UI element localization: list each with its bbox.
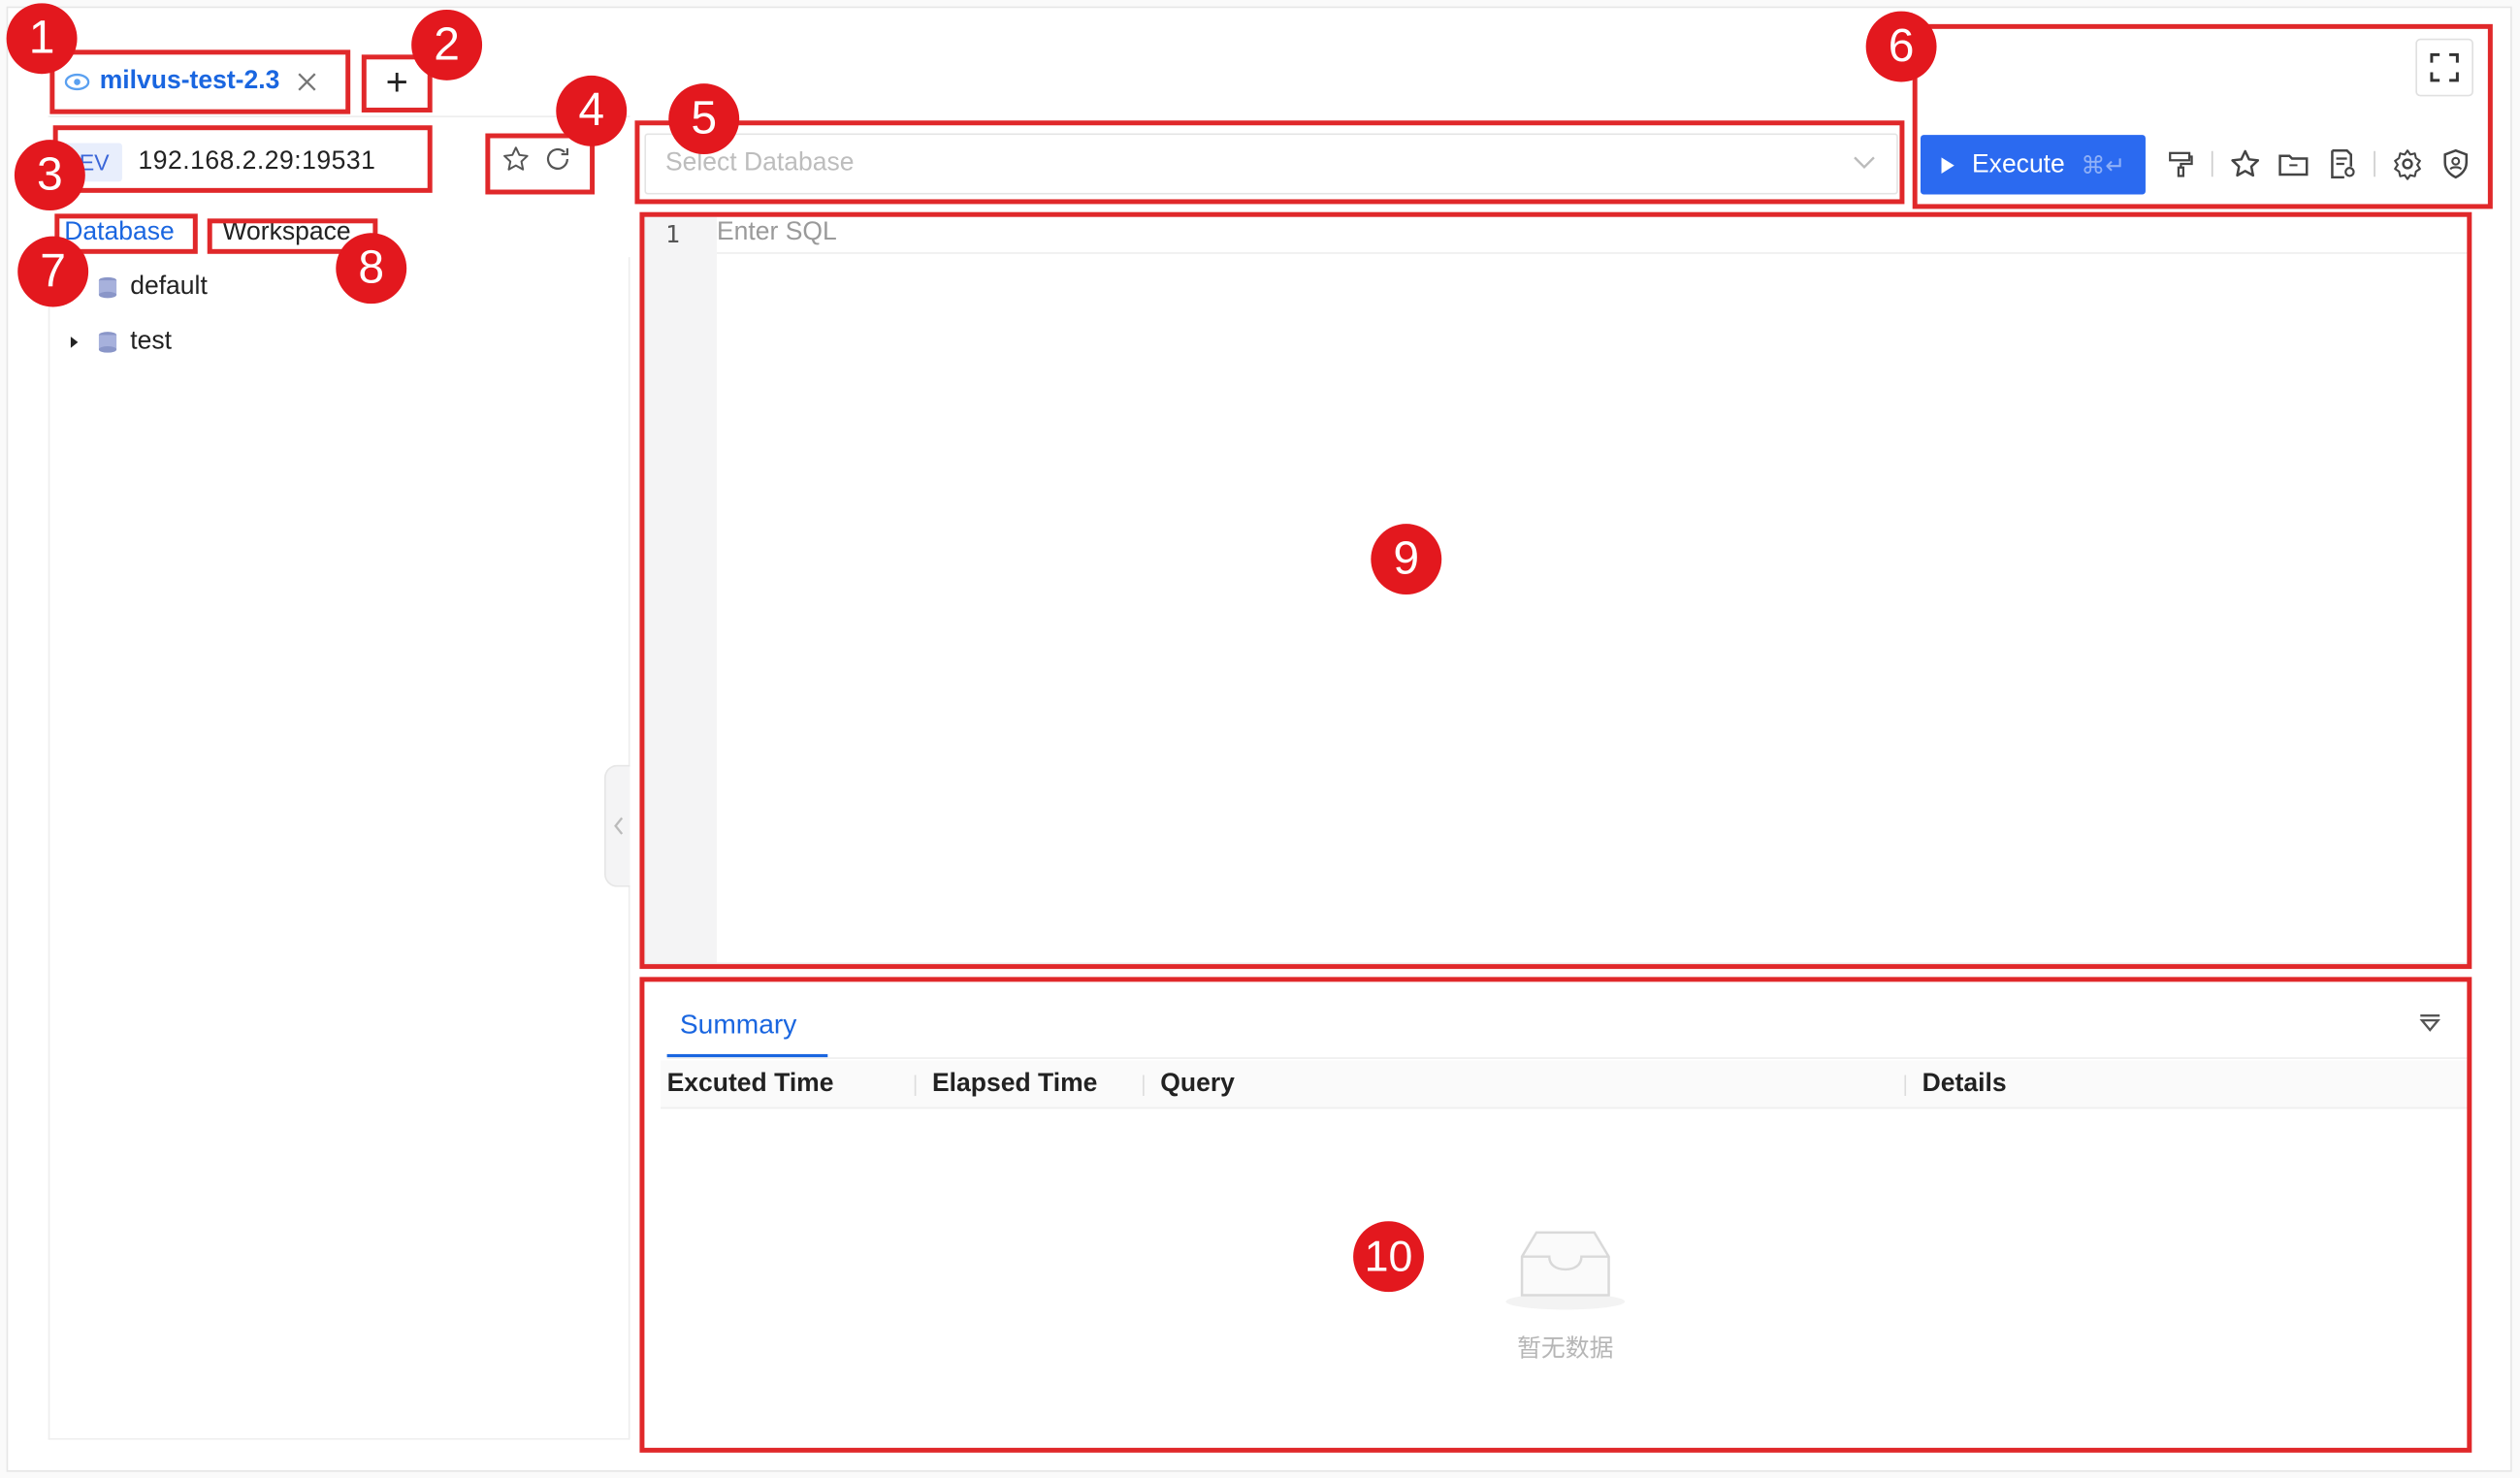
empty-state: 暂无数据 <box>1502 1228 1628 1365</box>
tree-item-default[interactable]: default <box>98 264 208 312</box>
chevron-down-icon <box>1854 156 1875 169</box>
sidebar-tabs: Database Workspace <box>54 218 367 247</box>
toolbar-divider <box>2211 150 2213 177</box>
collapse-panel-icon[interactable] <box>2417 1012 2443 1039</box>
tab-divider <box>48 115 630 117</box>
results-table-header: Excuted Time Elapsed Time Query Details <box>660 1060 2469 1109</box>
close-icon[interactable] <box>296 71 318 93</box>
fullscreen-button[interactable] <box>2415 38 2473 97</box>
empty-state-text: 暂无数据 <box>1517 1333 1614 1364</box>
column-header[interactable]: Details <box>1922 1070 2007 1099</box>
database-icon <box>98 276 117 299</box>
sql-placeholder: Enter SQL <box>716 218 837 246</box>
fullscreen-icon <box>2430 52 2459 82</box>
connection-tab[interactable]: milvus-test-2.3 <box>54 54 328 109</box>
database-select[interactable]: Select Database <box>644 133 1898 195</box>
refresh-icon[interactable] <box>543 145 572 174</box>
empty-inbox-icon <box>1505 1231 1626 1310</box>
sql-editor[interactable]: 1 Enter SQL <box>644 215 2469 965</box>
collapse-sidebar-handle[interactable] <box>603 764 630 887</box>
caret-right-icon[interactable] <box>66 335 82 351</box>
active-line-border <box>716 252 2468 254</box>
format-brush-icon[interactable] <box>2166 149 2195 178</box>
environment-tag: EV <box>57 143 122 182</box>
folder-icon[interactable] <box>2278 147 2310 179</box>
document-settings-icon[interactable] <box>2326 147 2358 179</box>
editor-toolbar <box>2166 147 2472 180</box>
column-header[interactable]: Elapsed Time <box>932 1070 1097 1099</box>
tab-bar-line <box>666 1057 2468 1059</box>
database-tree: default test <box>48 257 630 1440</box>
tab-database[interactable]: Database <box>54 218 183 247</box>
toolbar-divider <box>2374 150 2375 177</box>
tab-summary[interactable]: Summary <box>667 1010 810 1058</box>
connection-info: EV 192.168.2.29:19531 <box>57 143 376 182</box>
connection-tab-label: milvus-test-2.3 <box>99 67 280 95</box>
shield-user-icon[interactable] <box>2439 147 2472 179</box>
column-separator <box>914 1075 917 1096</box>
execute-button[interactable]: Execute ⌘↵ <box>1920 135 2146 195</box>
execute-label: Execute <box>1972 149 2065 178</box>
chevron-left-icon <box>613 817 623 835</box>
connection-actions <box>501 145 572 174</box>
column-separator <box>1143 1075 1145 1096</box>
column-header[interactable]: Excuted Time <box>667 1070 834 1099</box>
execute-shortcut: ⌘↵ <box>2081 151 2126 179</box>
tab-workspace[interactable]: Workspace <box>207 218 367 247</box>
play-icon <box>1941 156 1955 174</box>
eye-icon <box>64 73 90 91</box>
host-address: 192.168.2.29:19531 <box>138 147 376 176</box>
star-icon[interactable] <box>501 145 531 174</box>
database-select-placeholder: Select Database <box>664 149 855 177</box>
database-icon <box>98 332 117 353</box>
favorite-star-icon[interactable] <box>2229 147 2261 179</box>
tree-item-label: test <box>130 328 172 356</box>
tree-item-test[interactable]: test <box>66 318 172 367</box>
add-tab-button[interactable]: + <box>367 59 428 108</box>
tree-item-label: default <box>130 273 208 301</box>
line-number: 1 <box>664 219 680 249</box>
column-header[interactable]: Query <box>1160 1070 1235 1099</box>
column-separator <box>1904 1075 1907 1096</box>
app-window: milvus-test-2.3 + EV 192.168.2.29:19531 … <box>0 0 2520 1478</box>
gear-icon[interactable] <box>2391 147 2423 180</box>
results-panel: Summary Excuted Time Elapsed Time Query … <box>644 983 2469 1447</box>
line-gutter: 1 <box>646 216 717 963</box>
